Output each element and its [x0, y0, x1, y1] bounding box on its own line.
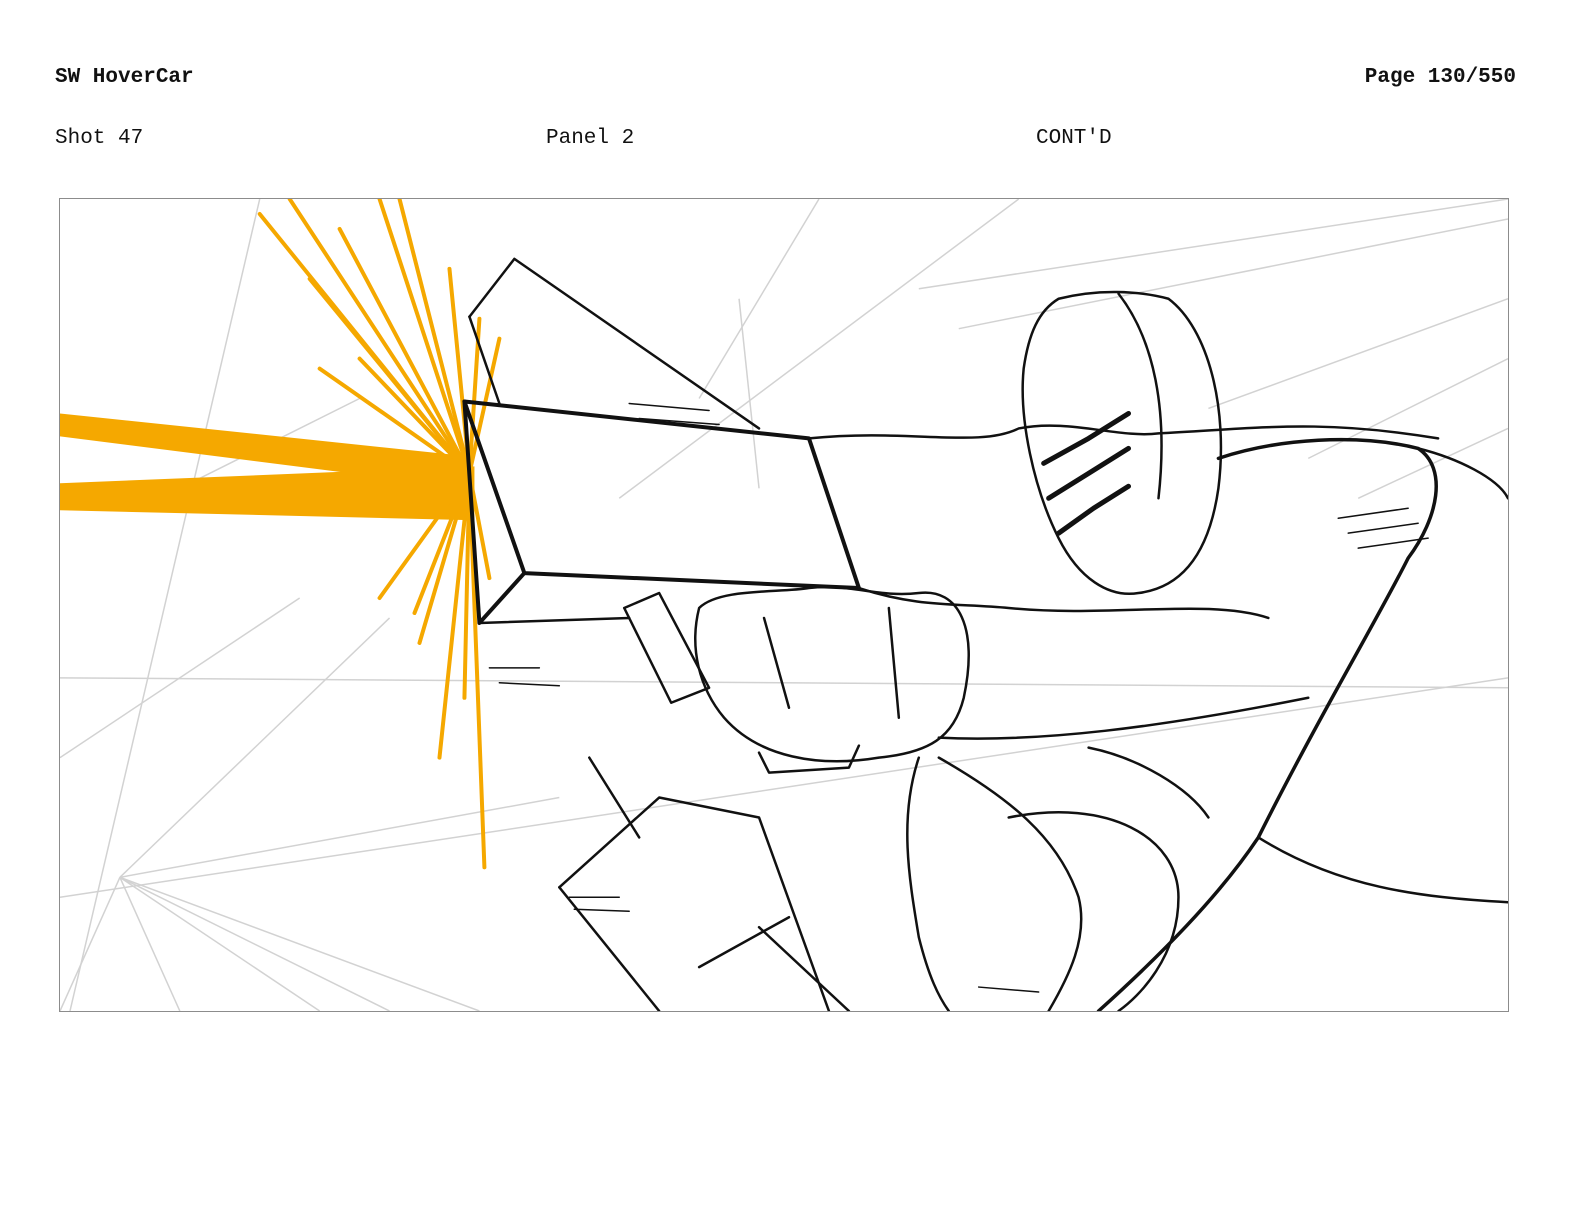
panel-label: Panel 2	[546, 127, 635, 150]
storyboard-sketch	[60, 199, 1508, 1011]
armored-figure-sketch	[462, 257, 1508, 1011]
project-title: SW HoverCar	[55, 66, 194, 89]
continuation-label: CONT'D	[1036, 127, 1112, 150]
page-number: Page 130/550	[1364, 66, 1516, 89]
energy-blast	[60, 199, 502, 870]
storyboard-panel-frame	[59, 198, 1509, 1012]
shot-label: Shot 47	[55, 127, 144, 150]
